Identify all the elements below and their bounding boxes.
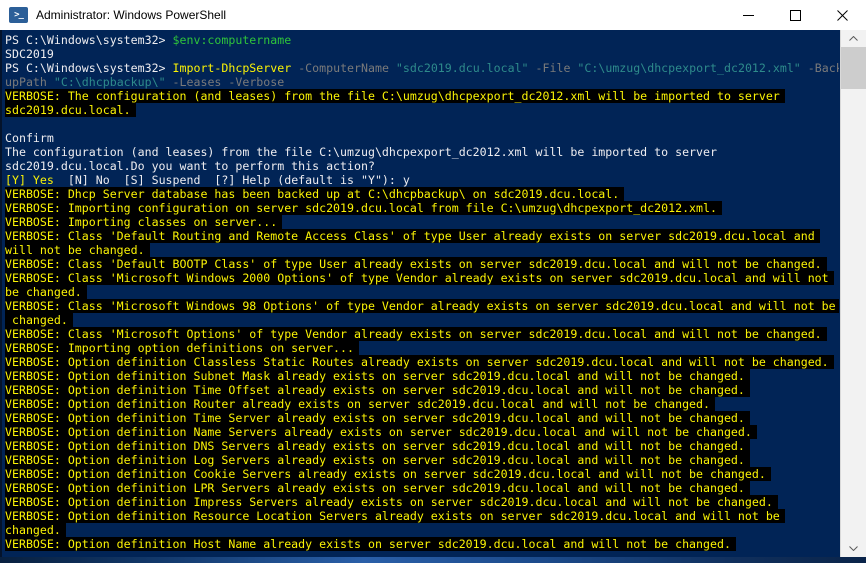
terminal-line: VERBOSE: Dhcp Server database has been b…	[5, 187, 839, 201]
maximize-button[interactable]	[772, 0, 819, 30]
terminal-line: VERBOSE: Class 'Microsoft Windows 98 Opt…	[5, 299, 839, 313]
scroll-up-button[interactable]	[841, 30, 866, 47]
terminal-line: [Y] Yes [N] No [S] Suspend [?] Help (def…	[5, 173, 410, 187]
title-bar[interactable]: >_ Administrator: Windows PowerShell	[0, 0, 866, 30]
terminal-line: SDC2019	[5, 47, 54, 61]
terminal-line: VERBOSE: Class 'Microsoft Options' of ty…	[5, 327, 839, 341]
maximize-icon	[790, 9, 801, 21]
terminal-line: VERBOSE: Option definition Impress Serve…	[5, 495, 839, 509]
window-title: Administrator: Windows PowerShell	[36, 8, 227, 22]
terminal-line: VERBOSE: Class 'Default BOOTP Class' of …	[5, 257, 839, 271]
terminal-line: VERBOSE: The configuration (and leases) …	[5, 89, 839, 103]
terminal-line: VERBOSE: Class 'Microsoft Windows 2000 O…	[5, 271, 839, 285]
terminal-line: VERBOSE: Option definition Cookie Server…	[5, 467, 839, 481]
minimize-icon	[743, 14, 754, 16]
minimize-button[interactable]	[725, 0, 772, 30]
terminal-line: Confirm	[5, 131, 54, 145]
vertical-scrollbar[interactable]	[840, 30, 866, 557]
terminal-line: VERBOSE: Option definition LPR Servers a…	[5, 481, 839, 495]
scroll-down-button[interactable]	[841, 540, 866, 557]
terminal-line: VERBOSE: Importing configuration on serv…	[5, 201, 839, 215]
terminal-line: changed.	[5, 523, 839, 537]
terminal-line: be changed.	[5, 285, 839, 299]
terminal-line: changed.	[5, 313, 839, 327]
terminal-line: VERBOSE: Option definition Name Servers …	[5, 425, 839, 439]
terminal-line: VERBOSE: Importing option definitions on…	[5, 341, 839, 355]
terminal-line: VERBOSE: Option definition Log Servers a…	[5, 453, 839, 467]
chevron-up-icon	[849, 36, 858, 41]
terminal-line: will not be changed.	[5, 243, 839, 257]
terminal-line: The configuration (and leases) from the …	[5, 145, 717, 159]
terminal-line: VERBOSE: Option definition Time Offset a…	[5, 383, 839, 397]
window-bottom-edge	[0, 557, 866, 563]
close-icon	[837, 9, 848, 21]
terminal-line: PS C:\Windows\system32> Import-DhcpServe…	[5, 61, 839, 75]
terminal-line: sdc2019.dcu.local.Do you want to perform…	[5, 159, 375, 173]
terminal-line: VERBOSE: Option definition Subnet Mask a…	[5, 369, 839, 383]
terminal-line: upPath "C:\dhcpbackup\" -Leases -Verbose	[5, 75, 285, 89]
close-button[interactable]	[819, 0, 866, 30]
terminal[interactable]: PS C:\Windows\system32> $env:computernam…	[5, 33, 839, 557]
window-controls	[725, 0, 866, 30]
chevron-down-icon	[849, 546, 858, 551]
terminal-line: sdc2019.dcu.local.	[5, 103, 839, 117]
terminal-line: VERBOSE: Option definition Host Name alr…	[5, 537, 839, 551]
terminal-line: VERBOSE: Option definition Router alread…	[5, 397, 839, 411]
scrollbar-thumb[interactable]	[841, 47, 866, 89]
terminal-line: VERBOSE: Class 'Default Routing and Remo…	[5, 229, 839, 243]
terminal-line: VERBOSE: Option definition Resource Loca…	[5, 509, 839, 523]
terminal-line: VERBOSE: Option definition DNS Servers a…	[5, 439, 839, 453]
powershell-icon[interactable]: >_	[9, 7, 28, 23]
terminal-line: PS C:\Windows\system32> $env:computernam…	[5, 33, 292, 47]
terminal-line: VERBOSE: Option definition Time Server a…	[5, 411, 839, 425]
terminal-line: VERBOSE: Importing classes on server...	[5, 215, 839, 229]
terminal-line: VERBOSE: Option definition Classless Sta…	[5, 355, 839, 369]
console-area[interactable]: PS C:\Windows\system32> $env:computernam…	[0, 30, 866, 557]
